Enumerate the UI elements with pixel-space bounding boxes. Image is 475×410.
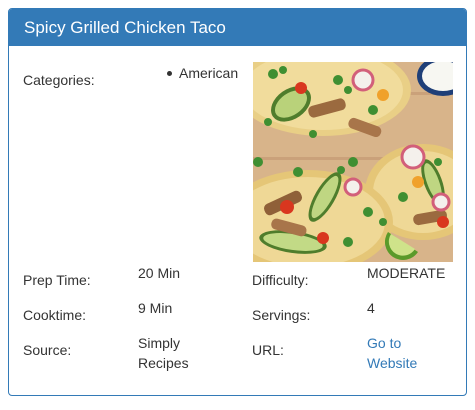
prep-time-label: Prep Time: [23,272,91,288]
go-to-website-link-line2[interactable]: Website [367,353,417,373]
difficulty-label: Difficulty: [252,272,309,288]
servings-value: 4 [367,300,375,316]
recipe-image [253,62,453,262]
servings-label: Servings: [252,307,311,323]
recipe-card: Spicy Grilled Chicken Taco Categories: A… [8,8,467,396]
card-title: Spicy Grilled Chicken Taco [9,9,466,46]
tacos-photo-illustration [253,62,453,262]
categories-label: Categories: [23,72,95,88]
source-value-line2: Recipes [138,355,189,371]
source-label: Source: [23,342,72,358]
url-label: URL: [252,342,284,358]
cooktime-value: 9 Min [138,300,173,316]
go-to-website-link[interactable]: Go to [367,333,401,353]
source-value-line1: Simply [138,335,181,351]
prep-time-value: 20 Min [138,265,181,281]
cooktime-label: Cooktime: [23,307,87,323]
difficulty-value: MODERATE [367,265,446,281]
categories-list: American [164,63,238,83]
category-item: American [164,63,238,83]
